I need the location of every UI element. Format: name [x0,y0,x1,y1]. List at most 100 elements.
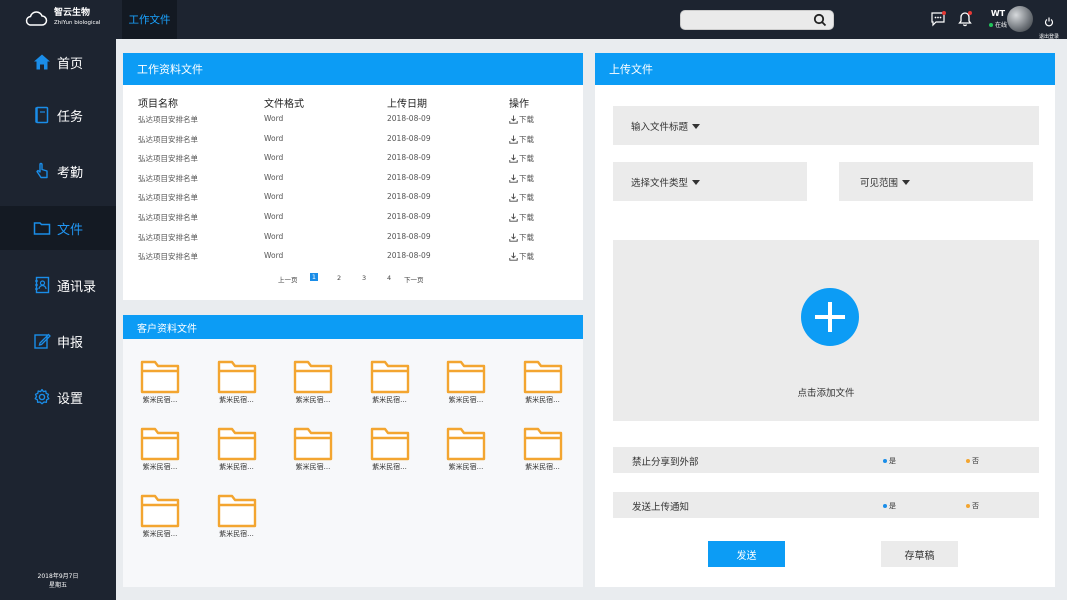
tab-work-files[interactable]: 工作文件 [122,0,177,39]
share-no-radio[interactable]: 否 [966,456,979,466]
share-yes-radio[interactable]: 是 [883,456,896,466]
download-link[interactable]: 下载 [509,192,534,203]
search-input[interactable] [689,13,809,28]
sidebar-item-files[interactable]: 文件 [0,206,116,250]
notification-badge [968,11,972,15]
folder-label: 紫米民宿... [295,396,331,404]
upload-date: 2018-08-09 [387,192,431,202]
next-page-link[interactable]: 下一页 [404,274,424,284]
download-link[interactable]: 下载 [509,173,534,184]
client-files-title: 客户资料文件 [123,315,583,339]
visibility-label: 可见范围 [860,177,899,189]
page-2[interactable]: 2 [337,274,341,282]
sidebar-item-label: 申报 [57,335,84,351]
user-info: WT 在线 [989,9,1007,29]
search-icon[interactable] [813,13,827,27]
upload-date: 2018-08-09 [387,133,431,143]
user-name: WT [990,9,1006,18]
table-row: 弘达项目安排名单 Word 2018-08-09 下载 [138,192,578,204]
folder-item[interactable]: 紫米民宿... [211,425,263,472]
save-draft-button[interactable]: 存草稿 [881,541,958,567]
folder-icon [140,494,180,528]
caret-down-icon [692,124,701,129]
download-link[interactable]: 下载 [509,232,534,243]
file-dropzone[interactable]: 点击添加文件 [613,240,1039,421]
folder-item[interactable]: 紫米民宿... [364,425,416,472]
download-link[interactable]: 下载 [509,212,534,223]
download-icon [509,213,518,222]
folder-item[interactable]: 紫米民宿... [134,492,186,539]
download-icon [509,174,518,183]
hand-pointer-icon [36,162,48,179]
sidebar-item-attendance[interactable]: 考勤 [0,149,116,193]
download-link[interactable]: 下载 [509,251,534,262]
download-label: 下载 [519,173,534,183]
folder-icon [217,427,256,461]
gear-icon [34,388,50,405]
folder-item[interactable]: 紫米民宿... [440,358,492,405]
page-1[interactable]: 1 [310,273,318,281]
brand-logo[interactable]: 智云生物 ZhiYun biological [24,8,100,28]
folder-item[interactable]: 紫米民宿... [364,358,416,405]
send-button[interactable]: 发送 [708,541,785,567]
cloud-icon [25,11,48,26]
caret-down-icon [902,180,911,185]
notify-no-radio[interactable]: 否 [966,501,979,511]
folder-item[interactable]: 紫米民宿... [134,425,186,472]
visibility-dropdown[interactable]: 可见范围 [839,162,1033,201]
folder-label: 紫米民宿... [142,396,178,404]
download-icon [509,115,518,124]
sidebar-item-report[interactable]: 申报 [0,319,116,363]
project-name: 弘达项目安排名单 [138,252,198,262]
sidebar-item-settings[interactable]: 设置 [0,375,116,419]
radio-dot [883,459,887,463]
folder-item[interactable]: 紫米民宿... [517,358,569,405]
folder-item[interactable]: 紫米民宿... [134,358,186,405]
share-option-label: 禁止分享到外部 [632,457,699,468]
page-4[interactable]: 4 [387,274,391,282]
download-link[interactable]: 下载 [509,134,534,145]
avatar[interactable] [1007,6,1033,32]
notify-option-row: 发送上传通知 是 否 [613,492,1039,518]
sidebar-item-home[interactable]: 首页 [0,40,116,84]
folder-label: 紫米民宿... [525,463,560,471]
sidebar-item-tasks[interactable]: 任务 [0,93,116,137]
project-name: 弘达项目安排名单 [138,115,198,124]
sidebar-item-label: 设置 [57,391,84,407]
project-name: 弘达项目安排名单 [138,213,198,222]
column-header: 文件格式 [264,99,304,110]
sidebar-item-label: 考勤 [57,165,84,181]
folder-label: 紫米民宿... [295,463,331,471]
table-row: 弘达项目安排名单 Word 2018-08-09 下载 [138,251,578,263]
folder-label: 紫米民宿... [372,463,407,471]
logout-button[interactable]: 退出登录 [1038,12,1060,40]
file-title-label: 输入文件标题 [631,121,689,133]
upload-date: 2018-08-09 [387,212,431,221]
upload-date: 2018-08-09 [387,231,431,241]
download-label: 下载 [519,213,534,222]
folder-item[interactable]: 紫米民宿... [440,425,492,472]
download-link[interactable]: 下载 [509,153,534,164]
radio-label: 否 [972,502,979,510]
brand-subtitle: ZhiYun biological [54,20,101,27]
sidebar-item-contacts[interactable]: 通讯录 [0,263,116,307]
download-link[interactable]: 下载 [509,114,534,125]
file-title-dropdown[interactable]: 输入文件标题 [613,106,1039,145]
prev-page-link[interactable]: 上一页 [278,274,298,284]
notify-yes-radio[interactable]: 是 [883,501,896,511]
file-format: Word [264,212,284,221]
folder-icon [370,360,409,394]
folder-item[interactable]: 紫米民宿... [287,425,339,472]
file-type-dropdown[interactable]: 选择文件类型 [613,162,807,201]
file-format: Word [264,153,284,163]
file-format: Word [264,192,284,202]
folder-icon [523,427,562,461]
add-file-button[interactable] [801,288,859,346]
folder-item[interactable]: 紫米民宿... [211,358,263,405]
page-3[interactable]: 3 [362,274,366,282]
folder-item[interactable]: 紫米民宿... [287,358,339,405]
folder-item[interactable]: 紫米民宿... [517,425,569,472]
folder-item[interactable]: 紫米民宿... [211,492,263,539]
column-header: 项目名称 [138,99,178,110]
table-row: 弘达项目安排名单 Word 2018-08-09 下载 [138,212,578,224]
